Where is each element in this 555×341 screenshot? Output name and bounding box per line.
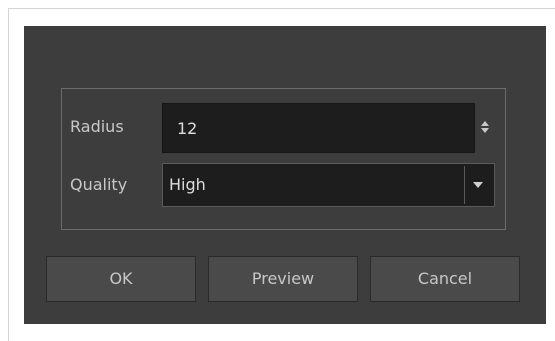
- spin-down-icon[interactable]: [481, 128, 489, 133]
- quality-value: High: [169, 175, 206, 194]
- radius-label: Radius: [70, 117, 124, 136]
- radius-input[interactable]: 12: [162, 103, 475, 153]
- cancel-button[interactable]: Cancel: [370, 256, 520, 302]
- quality-label: Quality: [70, 175, 128, 194]
- preview-button[interactable]: Preview: [208, 256, 358, 302]
- radius-value: 12: [177, 119, 198, 138]
- spin-up-icon[interactable]: [481, 121, 489, 126]
- radius-spinner[interactable]: [475, 103, 495, 153]
- chevron-down-icon: [473, 182, 483, 188]
- quality-select[interactable]: High: [162, 163, 495, 207]
- settings-group: Radius 12 Quality High: [61, 88, 506, 230]
- effect-settings-dialog: Radius 12 Quality High OK Preview Cancel: [24, 26, 546, 324]
- quality-dropdown-button[interactable]: [464, 166, 492, 204]
- ok-button[interactable]: OK: [46, 256, 196, 302]
